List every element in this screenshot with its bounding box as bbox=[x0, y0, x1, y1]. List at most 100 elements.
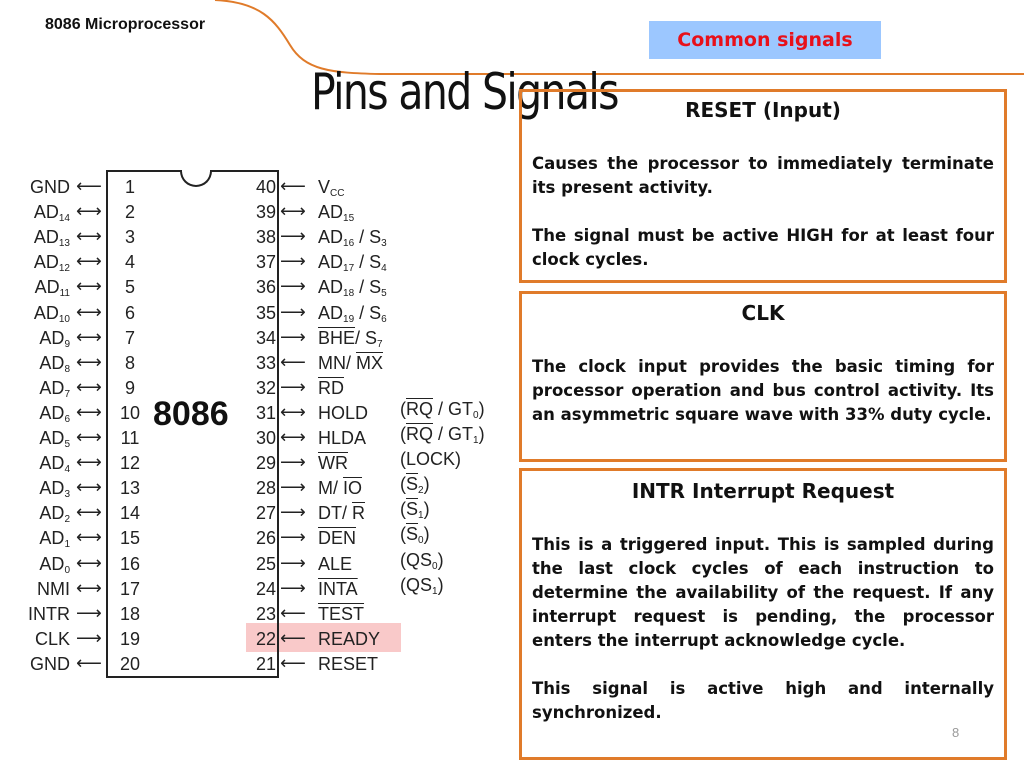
pin-number: 37 bbox=[255, 252, 276, 273]
pin-number: 22 bbox=[255, 628, 276, 649]
pin-alternate-function: (LOCK) bbox=[400, 449, 462, 470]
pin-label: AD11 bbox=[34, 277, 70, 300]
pin-direction-arrow-icon: ⟷ bbox=[76, 477, 102, 499]
pin-label: AD3 bbox=[39, 478, 70, 501]
pin-direction-arrow-icon: ⟷ bbox=[76, 502, 102, 524]
pin-label: CLK bbox=[34, 628, 70, 649]
pin-number: 2 bbox=[124, 202, 135, 223]
pin-number: 19 bbox=[119, 628, 141, 649]
pin-direction-arrow-icon: ⟵ bbox=[76, 652, 102, 674]
pin-number: 18 bbox=[119, 603, 141, 624]
pin-direction-arrow-icon: ⟷ bbox=[76, 376, 102, 398]
pin-direction-arrow-icon: ⟶ bbox=[280, 577, 306, 599]
pin-alternate-function: (S1) bbox=[400, 499, 430, 522]
pin-direction-arrow-icon: ⟶ bbox=[280, 276, 306, 298]
box-paragraph: Causes the processor to immediately term… bbox=[532, 154, 994, 197]
pin-direction-arrow-icon: ⟵ bbox=[76, 176, 102, 197]
pin-direction-arrow-icon: ⟷ bbox=[76, 527, 102, 549]
pin-direction-arrow-icon: ⟶ bbox=[280, 301, 306, 323]
pin-number: 3 bbox=[124, 227, 135, 248]
pin-number: 10 bbox=[119, 402, 141, 423]
pin-direction-arrow-icon: ⟶ bbox=[280, 552, 306, 574]
pin-direction-arrow-icon: ⟷ bbox=[280, 201, 306, 223]
pin-direction-arrow-icon: ⟶ bbox=[76, 602, 102, 624]
pin-number: 7 bbox=[124, 327, 135, 348]
pin-number: 33 bbox=[255, 352, 276, 373]
pin-number: 38 bbox=[255, 227, 276, 248]
pin-direction-arrow-icon: ⟶ bbox=[280, 226, 306, 248]
pin-number: 40 bbox=[255, 177, 276, 197]
clk-info-box: CLK The clock input provides the basic t… bbox=[519, 291, 1007, 462]
pin-number: 39 bbox=[255, 202, 276, 223]
chip-notch-gap bbox=[182, 169, 210, 172]
pin-number: 14 bbox=[119, 503, 141, 524]
pin-label: AD15 bbox=[318, 202, 355, 225]
pin-direction-arrow-icon: ⟷ bbox=[280, 401, 306, 423]
pin-number: 34 bbox=[255, 327, 276, 348]
pin-direction-arrow-icon: ⟷ bbox=[76, 201, 102, 223]
box-paragraph: This is a triggered input. This is sampl… bbox=[532, 535, 994, 650]
pin-label: AD0 bbox=[39, 553, 70, 576]
pin-direction-arrow-icon: ⟷ bbox=[76, 251, 102, 273]
pin-direction-arrow-icon: ⟵ bbox=[280, 627, 306, 649]
pin-number: 27 bbox=[255, 503, 276, 524]
pin-alternate-function: (RQ / GT0) bbox=[400, 398, 485, 421]
pin-label: HOLD bbox=[318, 402, 369, 423]
box-title: CLK bbox=[741, 301, 785, 325]
pin-number: 29 bbox=[255, 453, 276, 474]
pin-label: AD5 bbox=[39, 428, 70, 450]
pin-label: RESET bbox=[318, 653, 379, 674]
pin-direction-arrow-icon: ⟶ bbox=[280, 376, 306, 398]
pin-label: AD8 bbox=[39, 352, 70, 375]
pin-label: AD16 / S3 bbox=[318, 227, 387, 250]
pin-direction-arrow-icon: ⟷ bbox=[280, 427, 306, 448]
box-paragraph: The signal must be active HIGH for at le… bbox=[532, 226, 994, 269]
pin-alternate-function: (S2) bbox=[400, 474, 430, 497]
pin-number: 32 bbox=[255, 377, 276, 398]
pin-number: 17 bbox=[119, 578, 141, 599]
pin-label: ALE bbox=[318, 553, 353, 574]
intr-info-box: INTR Interrupt Request This is a trigger… bbox=[519, 468, 1007, 760]
pin-number: 36 bbox=[255, 277, 276, 298]
pin-label: AD18 / S5 bbox=[318, 277, 387, 300]
pin-number: 24 bbox=[255, 578, 276, 599]
pin-number: 20 bbox=[119, 653, 141, 674]
pin-label: AD13 bbox=[33, 227, 70, 250]
pin-label: AD14 bbox=[33, 202, 70, 225]
pin-label: INTA bbox=[318, 578, 358, 599]
pin-alternate-function: (S0) bbox=[400, 524, 430, 547]
pin-label: MN/ MX bbox=[318, 352, 383, 373]
pin-direction-arrow-icon: ⟶ bbox=[280, 326, 306, 348]
pin-number: 4 bbox=[124, 252, 135, 273]
pin-number: 21 bbox=[255, 653, 276, 674]
pin-label: DEN bbox=[318, 528, 357, 549]
pin-label: AD2 bbox=[39, 503, 70, 526]
pin-number: 11 bbox=[120, 428, 140, 448]
common-signals-tag: Common signals bbox=[649, 21, 881, 59]
pin-alternate-function: (QS1) bbox=[400, 574, 444, 597]
pin-direction-arrow-icon: ⟷ bbox=[76, 276, 102, 298]
pin-label: GND bbox=[30, 177, 70, 197]
pin-direction-arrow-icon: ⟷ bbox=[76, 452, 102, 474]
pin-direction-arrow-icon: ⟶ bbox=[280, 251, 306, 273]
pin-number: 6 bbox=[124, 302, 135, 323]
pin-label: AD6 bbox=[39, 402, 70, 425]
pin-direction-arrow-icon: ⟶ bbox=[76, 627, 102, 649]
pin-number: 28 bbox=[255, 478, 276, 499]
pin-number: 12 bbox=[119, 453, 141, 474]
pin-label: M/ IO bbox=[318, 478, 363, 499]
pin-direction-arrow-icon: ⟶ bbox=[280, 527, 306, 549]
pin-direction-arrow-icon: ⟷ bbox=[76, 427, 102, 448]
pin-direction-arrow-icon: ⟷ bbox=[76, 351, 102, 373]
pin-label: GND bbox=[30, 653, 70, 674]
pin-direction-arrow-icon: ⟷ bbox=[76, 326, 102, 348]
pin-alternate-function: (RQ / GT1) bbox=[400, 424, 485, 446]
pin-label: AD9 bbox=[39, 327, 70, 350]
pin-direction-arrow-icon: ⟵ bbox=[280, 652, 306, 674]
pin-label: AD7 bbox=[39, 377, 70, 400]
pin-label: AD17 / S4 bbox=[318, 252, 387, 275]
pin-direction-arrow-icon: ⟷ bbox=[76, 401, 102, 423]
pin-number: 26 bbox=[255, 528, 276, 549]
page-number: 8 bbox=[952, 725, 960, 740]
pin-label: AD1 bbox=[39, 528, 70, 551]
